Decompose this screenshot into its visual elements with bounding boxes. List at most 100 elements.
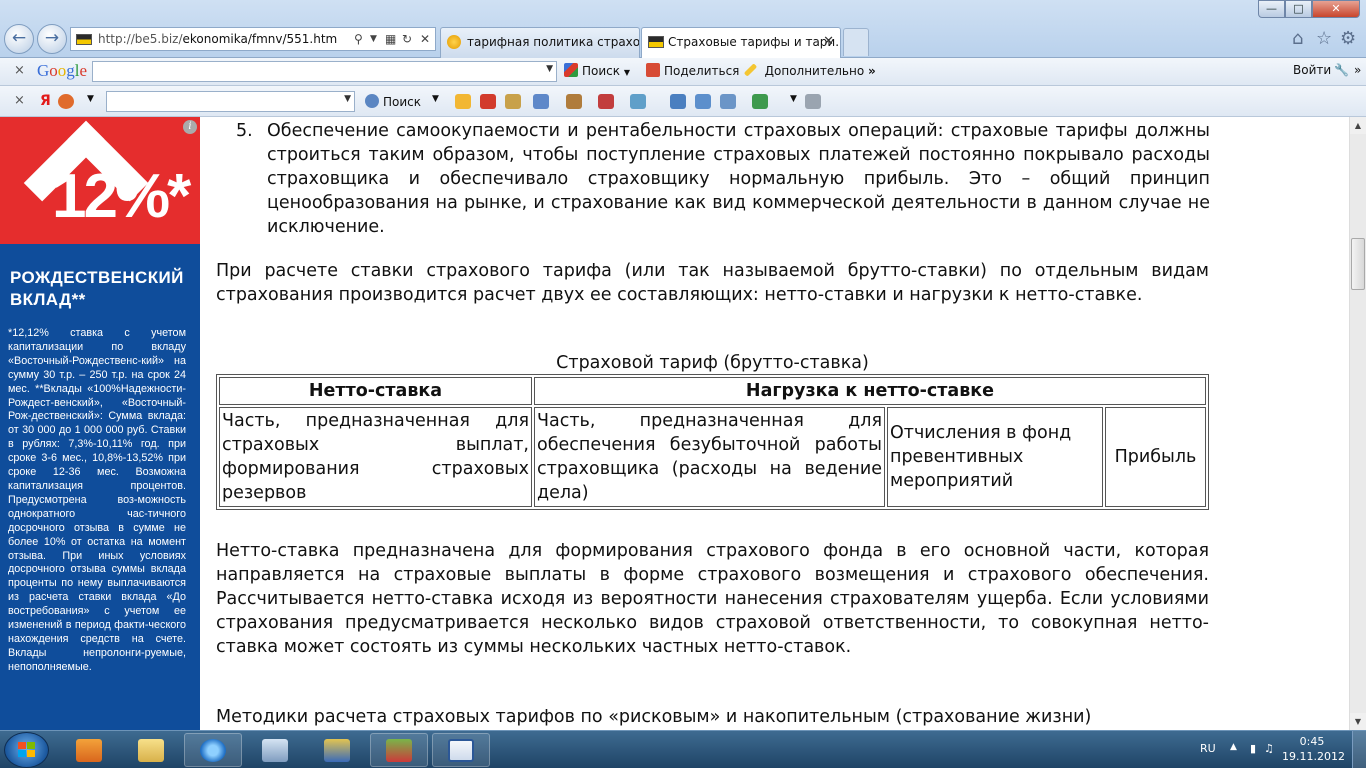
table-header-row: Нетто-ставка Нагрузка к нетто-ставке (219, 377, 1206, 405)
clock-date: 19.11.2012 (1282, 750, 1345, 763)
tray-clock[interactable]: 0:45 19.11.2012 (1282, 734, 1345, 764)
share-button[interactable]: Поделиться (646, 63, 739, 78)
tab-insurance-tariffs[interactable]: Страховые тарифы и тари... ✕ (641, 27, 841, 58)
ad-title: РОЖДЕСТВЕНСКИЙ ВКЛАД** (10, 268, 184, 309)
table-header-net-rate: Нетто-ставка (219, 377, 532, 405)
taskbar-media-player[interactable] (60, 733, 118, 767)
back-button[interactable]: ← (4, 24, 34, 54)
info-icon[interactable]: i (183, 120, 197, 134)
mail-icon[interactable] (505, 94, 521, 109)
table-cell-preventive: Отчисления в фонд превентивных мероприят… (887, 407, 1103, 507)
stop-icon[interactable]: ✕ (420, 28, 430, 50)
home-icon[interactable]: ⌂ (1292, 28, 1303, 49)
arrow-left-icon: ← (11, 28, 27, 48)
yandex-logo[interactable]: Я (40, 93, 51, 109)
google-icon (564, 63, 578, 77)
start-button[interactable] (4, 732, 49, 768)
table-caption: Страховой тариф (брутто-ставка) (556, 353, 869, 373)
refresh-icon[interactable]: ↻ (402, 28, 412, 50)
advertisement-banner[interactable]: 12%* i РОЖДЕСТВЕНСКИЙ ВКЛАД** *12,12% ст… (0, 117, 200, 730)
taskbar-volume[interactable] (246, 733, 304, 767)
word-icon (448, 739, 474, 762)
tariff-table: Нетто-ставка Нагрузка к нетто-ставке Час… (216, 374, 1209, 510)
person-search-icon[interactable] (720, 94, 736, 109)
maximize-button[interactable]: □ (1285, 0, 1312, 18)
show-desktop-button[interactable] (1352, 731, 1366, 768)
table-row: Часть, предназначенная для страховых вып… (219, 407, 1206, 507)
table-header-load: Нагрузка к нетто-ставке (534, 377, 1206, 405)
forward-button[interactable]: → (37, 24, 67, 54)
chat-icon[interactable] (533, 94, 549, 109)
people-icon[interactable] (670, 94, 686, 109)
people-icon (386, 739, 412, 762)
google-toolbar: × Google ▼ Поиск ▼ Поделиться Дополнител… (0, 58, 1366, 86)
browser-title-bar: ← → http://be5.biz/ekonomika/fmnv/551.ht… (0, 0, 1366, 58)
site-favicon-icon (76, 34, 92, 45)
folder-icon (138, 739, 164, 762)
ad-text: *12,12% ставка с учетом капитализации по… (8, 327, 186, 673)
yandex-search-input[interactable]: ▼ (106, 91, 355, 112)
taskbar-explorer[interactable] (122, 733, 180, 767)
list-item-text: Обеспечение самоокупаемости и рентабельн… (267, 121, 1210, 237)
translate-icon[interactable] (630, 94, 646, 109)
chevron-down-icon[interactable]: ▼ (432, 94, 439, 104)
google-search-input[interactable]: ▼ (92, 61, 557, 82)
scroll-down-icon[interactable]: ▼ (1350, 713, 1366, 730)
pencil-icon (743, 63, 758, 77)
weather-icon[interactable] (455, 94, 471, 109)
new-tab-button[interactable] (843, 28, 869, 56)
google-search-button[interactable]: Поиск ▼ (564, 63, 630, 78)
signin-button[interactable]: Войти (1293, 63, 1331, 77)
yandex-search-button[interactable]: Поиск (365, 94, 421, 109)
tab-label: тарифная политика страхов... (467, 35, 640, 49)
scroll-thumb[interactable] (1351, 238, 1365, 290)
taskbar-app[interactable] (308, 733, 366, 767)
address-url[interactable]: http://be5.biz/ekonomika/fmnv/551.htm (98, 28, 337, 50)
check-icon[interactable] (752, 94, 768, 109)
paragraph: Нетто-ставка предназначена для формирова… (216, 541, 1209, 657)
address-bar[interactable]: http://be5.biz/ekonomika/fmnv/551.htm ⚲ … (70, 27, 436, 51)
chevron-right-icon[interactable]: » (1354, 63, 1361, 77)
notes-icon[interactable] (598, 94, 614, 109)
table-cell-net: Часть, предназначенная для страховых вып… (219, 407, 532, 507)
internet-explorer-icon (200, 739, 226, 762)
table-cell-business: Часть, предназначенная для обеспечения б… (534, 407, 885, 507)
tray-expand-icon[interactable]: ▲ (1230, 742, 1237, 752)
volume-icon[interactable]: ♫ (1264, 742, 1274, 755)
close-tab-icon[interactable]: ✕ (823, 28, 834, 56)
chevron-down-icon[interactable]: ▼ (87, 94, 94, 104)
traffic-icon[interactable] (480, 94, 496, 109)
tray-language[interactable]: RU (1200, 742, 1216, 755)
chevron-down-icon[interactable]: ▼ (546, 64, 553, 74)
network-icon[interactable] (695, 94, 711, 109)
chevron-down-icon[interactable]: ▼ (344, 94, 351, 104)
compat-view-icon[interactable]: ▦ (385, 28, 396, 50)
chevron-down-icon[interactable]: ▼ (370, 28, 377, 50)
taskbar-contacts[interactable] (370, 733, 428, 767)
paragraph: При расчете ставки страхового тарифа (ил… (216, 261, 1209, 305)
scroll-up-icon[interactable]: ▲ (1350, 117, 1366, 134)
close-toolbar-icon[interactable]: × (14, 93, 25, 108)
chevron-down-icon[interactable]: ▼ (790, 94, 797, 104)
close-window-button[interactable]: ✕ (1312, 0, 1360, 18)
taskbar-internet-explorer[interactable] (184, 733, 242, 767)
settings-icon[interactable] (805, 94, 821, 109)
wrench-icon[interactable]: 🔧 (1334, 63, 1349, 77)
more-button[interactable]: Дополнительно » (743, 63, 876, 78)
search-icon[interactable]: ⚲ (354, 28, 363, 50)
tab-label: Страховые тарифы и тари... (668, 35, 841, 49)
network-signal-icon[interactable]: ▮ (1250, 742, 1256, 755)
list-item-number: 5. (236, 121, 253, 141)
minimize-button[interactable]: — (1258, 0, 1285, 18)
speaker-icon (262, 739, 288, 762)
favorites-star-icon[interactable]: ☆ (1316, 28, 1332, 49)
ad-promo-image: 12%* i (0, 117, 200, 246)
search-result-icon (447, 35, 461, 49)
taskbar-word[interactable] (432, 733, 490, 767)
bookmarks-icon[interactable] (566, 94, 582, 109)
tab-tariff-policy[interactable]: тарифная политика страхов... (440, 27, 640, 58)
gear-icon[interactable]: ⚙ (1340, 28, 1356, 49)
vertical-scrollbar[interactable]: ▲ ▼ (1349, 117, 1366, 730)
flower-icon[interactable] (58, 94, 74, 109)
close-toolbar-icon[interactable]: × (14, 63, 25, 78)
